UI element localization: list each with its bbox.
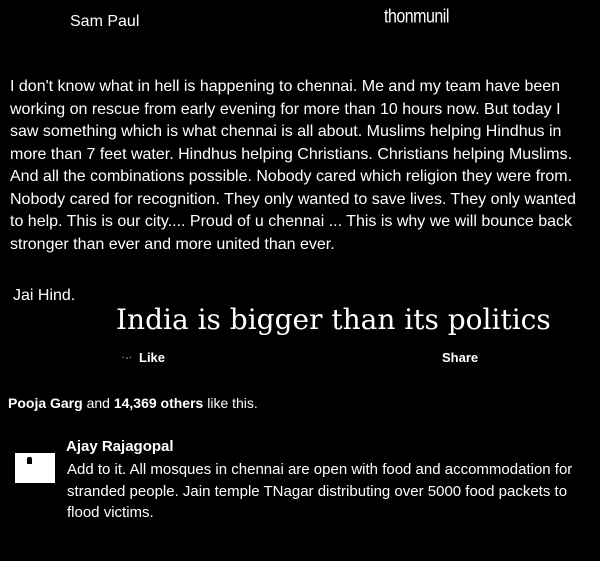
share-button[interactable]: Share <box>442 350 478 365</box>
avatar-icon[interactable] <box>15 453 55 483</box>
others-link[interactable]: 14,369 others <box>114 395 204 411</box>
like-icon: ·-· <box>122 353 133 362</box>
avatar-figure <box>27 457 32 464</box>
likes-suffix: like this. <box>203 395 258 411</box>
post-author[interactable]: Sam Paul <box>70 13 139 31</box>
likes-summary: Pooja Garg and 14,369 others like this. <box>8 395 258 411</box>
comment-author[interactable]: Ajay Rajagopal <box>66 438 174 455</box>
post-body: I don't know what in hell is happening t… <box>10 78 576 253</box>
comment-text: Add to it. All mosques in chennai are op… <box>67 461 573 521</box>
first-liker-link[interactable]: Pooja Garg <box>8 395 83 411</box>
like-label: Like <box>139 350 166 365</box>
likes-connector: and <box>82 395 114 411</box>
stamp-text: thonmunil <box>384 7 449 28</box>
like-button[interactable]: ·-· Like <box>122 350 165 365</box>
overlay-caption: India is bigger than its politics <box>116 303 551 336</box>
post-signoff: Jai Hind. <box>13 287 76 304</box>
